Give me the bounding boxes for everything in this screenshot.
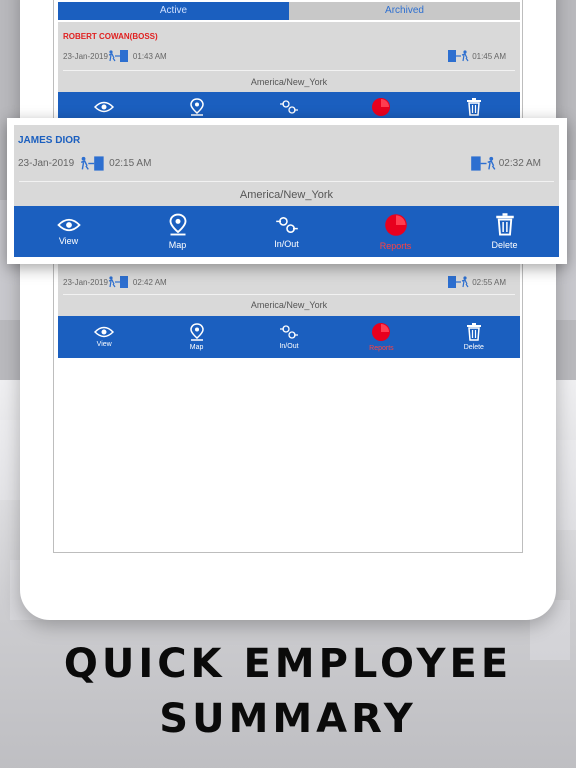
- tab-active[interactable]: Active: [58, 2, 289, 20]
- employee-card[interactable]: JAMES DIOR 23-Jan-2019 02:15 AM 02:32 AM…: [14, 125, 559, 257]
- clock-out-icon: [448, 276, 469, 288]
- action-toolbar: View Map In/Out Reports Delete: [14, 206, 559, 257]
- clock-in-icon: [108, 276, 128, 288]
- reports-button[interactable]: Reports: [341, 206, 450, 257]
- in-out-icon: [280, 100, 299, 114]
- employee-name: ROBERT COWAN(BOSS): [63, 32, 158, 41]
- clock-out-time: 02:55 AM: [472, 277, 506, 287]
- record-date: 23-Jan-2019: [63, 277, 108, 287]
- tab-bar: Active Archived: [58, 2, 520, 20]
- time-row: 23-Jan-2019 02:15 AM 02:32 AM: [18, 155, 541, 172]
- timezone-label: America/New_York: [239, 189, 334, 201]
- clock-out-time: 02:32 AM: [498, 158, 541, 169]
- record-date: 23-Jan-2019: [18, 158, 75, 169]
- view-button[interactable]: View: [58, 316, 150, 358]
- time-row: 23-Jan-2019 02:42 AM 02:55 AM: [63, 275, 506, 289]
- employee-card[interactable]: ROBERT COWAN(BOSS) 23-Jan-2019 01:43 AM …: [58, 22, 520, 118]
- reports-button[interactable]: Reports: [335, 316, 427, 358]
- delete-button[interactable]: Delete: [450, 206, 559, 257]
- view-label: View: [96, 341, 112, 348]
- eye-icon: [94, 101, 115, 113]
- action-toolbar: [58, 92, 520, 118]
- time-row: 23-Jan-2019 01:43 AM 01:45 AM: [63, 49, 506, 63]
- reports-pie-icon: [384, 213, 407, 236]
- trash-icon: [466, 98, 481, 116]
- trash-icon: [466, 323, 481, 341]
- highlighted-employee-card: JAMES DIOR 23-Jan-2019 02:15 AM 02:32 AM…: [7, 118, 567, 264]
- view-button[interactable]: [58, 92, 150, 118]
- inout-label: In/Out: [279, 343, 299, 350]
- map-button[interactable]: Map: [150, 316, 242, 358]
- clock-in-icon: [81, 156, 104, 171]
- timezone-label: America/New_York: [250, 300, 328, 310]
- delete-button[interactable]: [428, 92, 520, 118]
- headline-line-2: SUMMARY: [159, 696, 417, 742]
- in-out-icon: [280, 325, 299, 339]
- employee-card[interactable]: 23-Jan-2019 02:42 AM 02:55 AM America/Ne…: [58, 260, 520, 358]
- view-label: View: [58, 235, 79, 246]
- timezone-label: America/New_York: [250, 77, 328, 87]
- app-screen: Active Archived ROBERT COWAN(BOSS) 23-Ja…: [53, 0, 523, 553]
- view-button[interactable]: View: [14, 206, 123, 257]
- map-label: Map: [168, 240, 187, 250]
- inout-button[interactable]: [243, 92, 335, 118]
- inout-button[interactable]: In/Out: [243, 316, 335, 358]
- clock-in-time: 02:15 AM: [109, 158, 152, 169]
- delete-button[interactable]: Delete: [428, 316, 520, 358]
- divider: [63, 294, 515, 295]
- map-label: Map: [189, 344, 204, 351]
- clock-in-time: 01:43 AM: [132, 51, 167, 61]
- map-pin-icon: [189, 323, 204, 341]
- reports-button[interactable]: [335, 92, 427, 118]
- inout-label: In/Out: [274, 238, 299, 249]
- employee-name: JAMES DIOR: [18, 135, 81, 146]
- divider: [63, 70, 515, 71]
- reports-pie-icon: [372, 323, 391, 341]
- reports-label: Reports: [379, 240, 412, 251]
- clock-in-icon: [108, 50, 128, 62]
- in-out-icon: [275, 216, 298, 233]
- reports-pie-icon: [372, 98, 391, 116]
- inout-button[interactable]: In/Out: [232, 206, 341, 257]
- tab-archived[interactable]: Archived: [289, 2, 520, 20]
- clock-out-icon: [470, 156, 496, 171]
- action-toolbar: View Map In/Out Reports Delete: [58, 316, 520, 358]
- record-date: 23-Jan-2019: [63, 51, 108, 61]
- map-pin-icon: [169, 213, 186, 236]
- delete-label: Delete: [491, 240, 518, 250]
- divider: [19, 181, 554, 182]
- reports-label: Reports: [369, 345, 394, 352]
- clock-in-time: 02:42 AM: [132, 277, 167, 287]
- eye-icon: [94, 326, 115, 338]
- map-button[interactable]: Map: [123, 206, 232, 257]
- clock-out-time: 01:45 AM: [472, 51, 506, 61]
- clock-out-icon: [448, 50, 469, 62]
- headline-line-1: QUICK EMPLOYEE: [63, 641, 513, 687]
- eye-icon: [56, 218, 81, 231]
- delete-label: Delete: [463, 344, 484, 351]
- trash-icon: [495, 213, 514, 236]
- map-button[interactable]: [150, 92, 242, 118]
- map-pin-icon: [189, 98, 204, 116]
